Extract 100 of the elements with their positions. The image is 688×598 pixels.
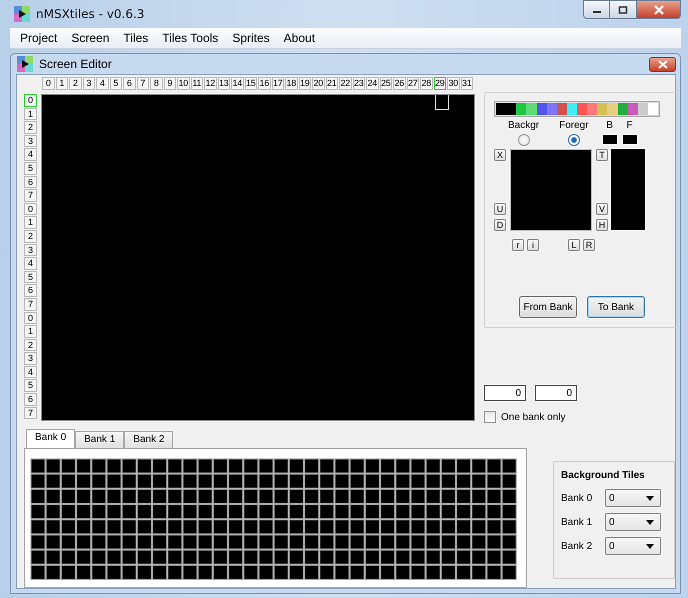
palette-swatch[interactable] <box>638 103 648 115</box>
palette-swatch[interactable] <box>566 103 577 115</box>
column-header[interactable]: 8 <box>150 77 162 90</box>
row-header[interactable]: 1 <box>24 325 37 338</box>
row-header[interactable]: 7 <box>24 406 37 420</box>
tool-button[interactable]: U <box>494 203 506 215</box>
row-header[interactable]: 2 <box>24 121 37 134</box>
screen-canvas[interactable] <box>41 94 475 421</box>
tool-button[interactable]: R <box>583 239 595 251</box>
column-header[interactable]: 26 <box>393 77 406 90</box>
palette-swatch[interactable] <box>516 103 526 115</box>
column-header[interactable]: 7 <box>136 77 149 90</box>
row-header[interactable]: 5 <box>24 270 37 284</box>
column-header[interactable]: 5 <box>110 77 122 90</box>
palette-swatch[interactable] <box>536 103 547 115</box>
column-header[interactable]: 13 <box>218 77 230 90</box>
color-column[interactable] <box>611 149 645 230</box>
bank-dropdown[interactable]: 0 <box>605 537 661 555</box>
tool-button[interactable]: V <box>596 203 608 215</box>
radio-button[interactable] <box>568 134 580 146</box>
tool-button[interactable]: H <box>596 219 608 231</box>
tool-button[interactable]: X <box>494 149 506 161</box>
tool-button[interactable]: r <box>512 239 524 251</box>
row-header[interactable]: 1 <box>24 108 37 120</box>
row-header[interactable]: 4 <box>24 257 37 270</box>
column-header[interactable]: 18 <box>285 77 298 90</box>
column-header[interactable]: 0 <box>42 77 54 90</box>
tool-button[interactable]: D <box>494 219 506 231</box>
row-header[interactable]: 7 <box>24 298 37 310</box>
palette-swatch[interactable] <box>506 103 516 115</box>
coordinate-field[interactable]: 0 <box>484 385 526 401</box>
column-header[interactable]: 14 <box>231 77 244 90</box>
row-header[interactable]: 4 <box>24 148 37 161</box>
column-header[interactable]: 30 <box>447 77 460 90</box>
column-header[interactable]: 24 <box>366 77 378 90</box>
close-button[interactable] <box>637 0 681 19</box>
column-header[interactable]: 11 <box>190 77 203 90</box>
palette-swatch[interactable] <box>587 103 598 115</box>
row-header[interactable]: 6 <box>24 284 37 297</box>
menu-item[interactable]: About <box>278 31 322 46</box>
coordinate-field[interactable]: 0 <box>535 385 577 401</box>
column-header[interactable]: 28 <box>420 77 432 90</box>
column-header[interactable]: 3 <box>82 77 95 90</box>
column-header[interactable]: 12 <box>204 77 216 90</box>
minimize-button[interactable] <box>583 0 610 19</box>
close-button[interactable] <box>649 56 676 72</box>
tool-button[interactable]: T <box>596 149 608 161</box>
palette-swatch[interactable] <box>496 103 506 115</box>
bank-tab[interactable]: Bank 1 <box>75 431 124 448</box>
palette-swatch[interactable] <box>577 103 588 115</box>
row-header[interactable]: 1 <box>24 216 37 229</box>
radio-button[interactable] <box>518 134 530 146</box>
column-header[interactable]: 22 <box>339 77 352 90</box>
row-header[interactable]: 6 <box>24 176 37 188</box>
checkbox[interactable] <box>484 411 496 423</box>
column-header[interactable]: 16 <box>258 77 270 90</box>
tool-button[interactable]: L <box>568 239 580 251</box>
menu-item[interactable]: Screen <box>65 31 116 46</box>
row-header[interactable]: 2 <box>24 230 37 243</box>
menu-item[interactable]: Tiles <box>117 31 154 46</box>
maximize-button[interactable] <box>610 0 637 19</box>
column-header[interactable]: 29 <box>434 77 446 90</box>
tool-button[interactable]: i <box>527 239 539 251</box>
column-header[interactable]: 27 <box>406 77 419 90</box>
row-header[interactable]: 0 <box>24 202 37 216</box>
bank-tab[interactable]: Bank 0 <box>26 429 76 448</box>
bank-tab[interactable]: Bank 2 <box>124 431 174 448</box>
column-header[interactable]: 25 <box>380 77 392 90</box>
row-header[interactable]: 5 <box>24 162 37 175</box>
row-header[interactable]: 0 <box>24 94 37 107</box>
row-header[interactable]: 5 <box>24 379 37 392</box>
menu-item[interactable]: Sprites <box>226 31 276 46</box>
row-header[interactable]: 3 <box>24 134 37 148</box>
palette-swatch[interactable] <box>546 103 557 115</box>
palette-swatch[interactable] <box>607 103 618 115</box>
column-header[interactable]: 17 <box>272 77 284 90</box>
palette-swatch[interactable] <box>618 103 628 115</box>
column-header[interactable]: 9 <box>164 77 176 90</box>
bank-dropdown[interactable]: 0 <box>605 489 661 507</box>
row-header[interactable]: 4 <box>24 366 37 378</box>
row-header[interactable]: 0 <box>24 312 37 324</box>
column-header[interactable]: 31 <box>460 77 473 90</box>
column-header[interactable]: 19 <box>298 77 311 90</box>
palette-swatch[interactable] <box>648 103 658 115</box>
bank-button[interactable]: To Bank <box>587 296 645 318</box>
column-header[interactable]: 20 <box>312 77 324 90</box>
palette-swatch[interactable] <box>628 103 638 115</box>
bank-dropdown[interactable]: 0 <box>605 513 661 531</box>
column-header[interactable]: 6 <box>123 77 136 90</box>
menu-item[interactable]: Project <box>14 31 64 46</box>
palette-swatch[interactable] <box>526 103 536 115</box>
column-header[interactable]: 10 <box>177 77 190 90</box>
column-header[interactable]: 1 <box>56 77 68 90</box>
column-header[interactable]: 21 <box>326 77 338 90</box>
row-header[interactable]: 6 <box>24 393 37 406</box>
row-header[interactable]: 3 <box>24 244 37 256</box>
pattern-editor[interactable] <box>510 149 592 231</box>
row-header[interactable]: 3 <box>24 352 37 365</box>
bank-button[interactable]: From Bank <box>519 296 577 318</box>
column-header[interactable]: 2 <box>69 77 82 90</box>
